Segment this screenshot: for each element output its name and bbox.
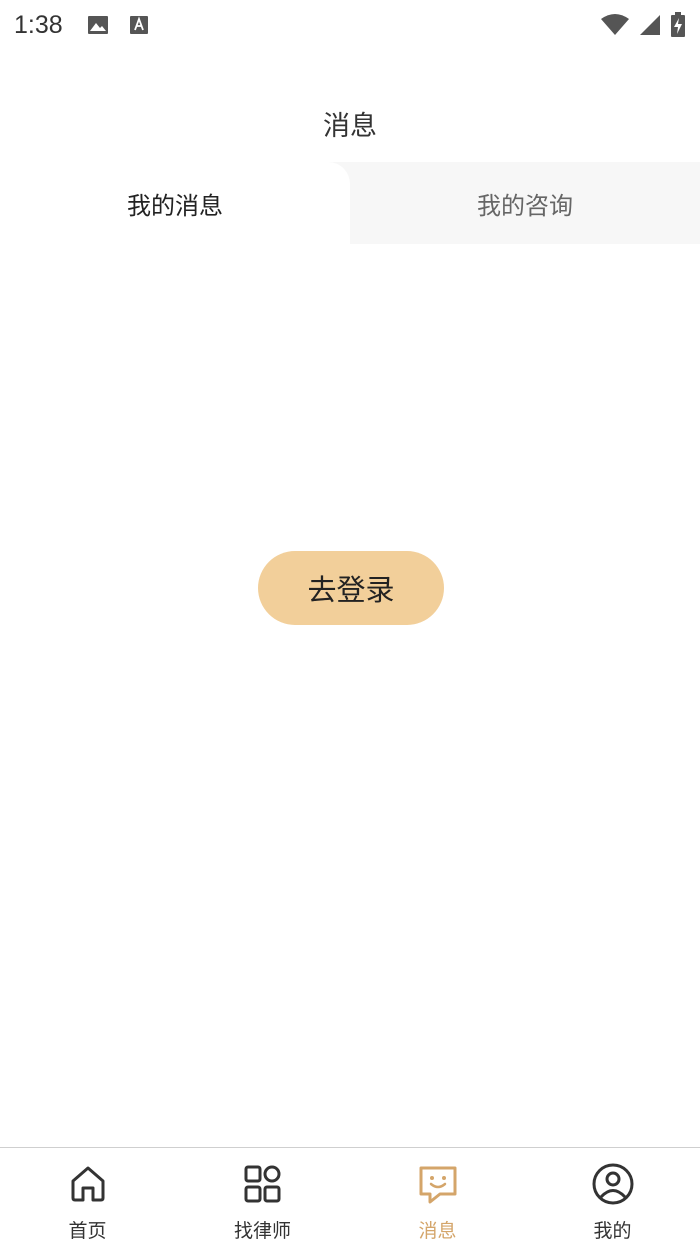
status-left-icons [87,15,149,35]
tab-bar: 我的消息 我的咨询 [0,162,700,244]
nav-item-profile[interactable]: 我的 [525,1148,700,1246]
tab-my-consultations[interactable]: 我的咨询 [350,162,700,244]
nav-label-find-lawyer: 找律师 [233,1220,291,1242]
status-right-icons [600,12,686,38]
text-icon [129,16,148,34]
home-icon [71,1166,104,1202]
message-content: 去登录 [0,244,700,1147]
status-time: 1:38 [14,10,63,39]
status-bar: 1:38 [0,0,700,50]
grid-icon [244,1165,280,1203]
wifi-icon [601,14,629,35]
tab-my-messages[interactable]: 我的消息 [0,162,350,244]
nav-item-home[interactable]: 首页 [0,1148,175,1246]
nav-label-profile: 我的 [593,1220,632,1242]
signal-icon [640,15,660,35]
screen: 1:38 消息 我的消息 我的咨询 去登录 首页 找律师 消息 我的 [0,0,700,1246]
image-icon [87,16,108,34]
nav-label-messages: 消息 [418,1220,457,1242]
user-icon [592,1163,633,1205]
header: 消息 [0,90,700,156]
bottom-nav: 首页 找律师 消息 我的 [0,1147,700,1246]
battery-icon [671,12,685,37]
page-title: 消息 [323,110,377,142]
message-icon [419,1166,456,1204]
nav-label-home: 首页 [68,1220,107,1242]
login-button[interactable]: 去登录 [258,551,444,625]
nav-item-messages[interactable]: 消息 [350,1148,525,1246]
nav-item-find-lawyer[interactable]: 找律师 [175,1148,350,1246]
